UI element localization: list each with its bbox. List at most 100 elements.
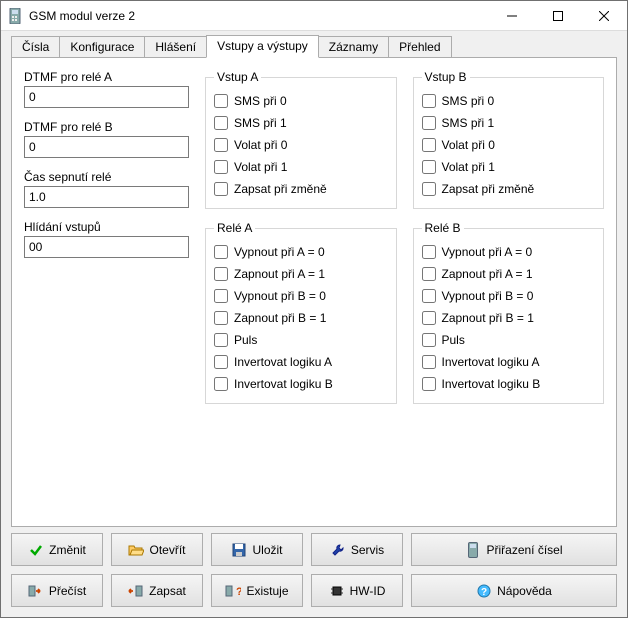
chk-label: Volat při 1 (442, 160, 495, 174)
chk-label: Invertovat logiku A (442, 355, 540, 369)
app-icon (7, 8, 23, 24)
chk-relay-a-5[interactable] (214, 355, 228, 369)
chk-label: Zapnout při A = 1 (234, 267, 325, 281)
chk-input-a-4[interactable] (214, 182, 228, 196)
chk-label: SMS při 1 (234, 116, 287, 130)
minimize-button[interactable] (489, 1, 535, 31)
chk-input-a-0[interactable] (214, 94, 228, 108)
hwid-button[interactable]: HW-ID (311, 574, 403, 607)
close-button[interactable] (581, 1, 627, 31)
chk-relay-a-6[interactable] (214, 377, 228, 391)
chk-label: Invertovat logiku A (234, 355, 332, 369)
chk-label: Vypnout při B = 0 (234, 289, 326, 303)
tab-reports[interactable]: Hlášení (144, 36, 207, 57)
folder-open-icon (128, 542, 144, 558)
legend-input-b: Vstup B (422, 70, 470, 84)
input-dtmf-a[interactable] (24, 86, 189, 108)
titlebar: GSM modul verze 2 (1, 1, 627, 31)
btn-label: Uložit (252, 543, 282, 557)
btn-label: Nápověda (497, 584, 552, 598)
app-window: GSM modul verze 2 Čísla Konfigurace Hláš… (0, 0, 628, 618)
arrow-left-icon (128, 583, 144, 599)
service-button[interactable]: Servis (311, 533, 403, 566)
label-dtmf-b: DTMF pro relé B (24, 120, 189, 134)
legend-relay-b: Relé B (422, 221, 464, 235)
left-column: DTMF pro relé A DTMF pro relé B Čas sepn… (24, 70, 189, 514)
chk-input-b-2[interactable] (422, 138, 436, 152)
arrow-right-icon (28, 583, 44, 599)
chk-relay-a-1[interactable] (214, 267, 228, 281)
chk-relay-b-6[interactable] (422, 377, 436, 391)
chk-label: Puls (442, 333, 465, 347)
assign-numbers-button[interactable]: Přiřazení čísel (411, 533, 617, 566)
chk-label: Vypnout při A = 0 (234, 245, 325, 259)
save-button[interactable]: Uložit (211, 533, 303, 566)
chk-relay-b-0[interactable] (422, 245, 436, 259)
right-column: Vstup A SMS při 0 SMS při 1 Volat při 0 … (205, 70, 604, 514)
input-switch-time[interactable] (24, 186, 189, 208)
chk-relay-b-1[interactable] (422, 267, 436, 281)
input-dtmf-b[interactable] (24, 136, 189, 158)
chk-input-a-3[interactable] (214, 160, 228, 174)
chk-relay-b-5[interactable] (422, 355, 436, 369)
chk-relay-b-2[interactable] (422, 289, 436, 303)
chk-label: Volat při 1 (234, 160, 287, 174)
change-button[interactable]: Změnit (11, 533, 103, 566)
tab-panel-io: DTMF pro relé A DTMF pro relé B Čas sepn… (11, 57, 617, 527)
tab-overview[interactable]: Přehled (388, 36, 451, 57)
chk-label: Zapnout při B = 1 (234, 311, 326, 325)
window-title: GSM modul verze 2 (29, 9, 489, 23)
svg-text:?: ? (481, 587, 487, 598)
chk-input-b-3[interactable] (422, 160, 436, 174)
chk-input-b-4[interactable] (422, 182, 436, 196)
chk-input-a-2[interactable] (214, 138, 228, 152)
chk-label: Zapsat při změně (442, 182, 535, 196)
btn-label: Změnit (49, 543, 86, 557)
chk-relay-a-3[interactable] (214, 311, 228, 325)
chk-label: Zapnout při A = 1 (442, 267, 533, 281)
save-icon (231, 542, 247, 558)
btn-label: Přečíst (49, 584, 86, 598)
chk-relay-a-0[interactable] (214, 245, 228, 259)
chk-label: Invertovat logiku B (442, 377, 541, 391)
chk-label: Zapnout při B = 1 (442, 311, 534, 325)
chip-icon (329, 583, 345, 599)
chk-relay-a-4[interactable] (214, 333, 228, 347)
chk-label: Vypnout při B = 0 (442, 289, 534, 303)
btn-label: Servis (351, 543, 384, 557)
tab-strip: Čísla Konfigurace Hlášení Vstupy a výstu… (11, 35, 617, 57)
btn-label: Otevřít (149, 543, 185, 557)
chk-label: Puls (234, 333, 257, 347)
write-button[interactable]: Zapsat (111, 574, 203, 607)
btn-label: Zapsat (149, 584, 186, 598)
button-bar: Změnit Otevřít Uložit Servis Přiřazení č… (11, 533, 617, 607)
tab-config[interactable]: Konfigurace (59, 36, 145, 57)
label-dtmf-a: DTMF pro relé A (24, 70, 189, 84)
chk-label: Volat při 0 (234, 138, 287, 152)
input-input-guard[interactable] (24, 236, 189, 258)
chk-relay-a-2[interactable] (214, 289, 228, 303)
label-switch-time: Čas sepnutí relé (24, 170, 189, 184)
chk-label: Volat při 0 (442, 138, 495, 152)
legend-relay-a: Relé A (214, 221, 255, 235)
help-button[interactable]: ? Nápověda (411, 574, 617, 607)
tab-records[interactable]: Záznamy (318, 36, 389, 57)
chk-relay-b-3[interactable] (422, 311, 436, 325)
btn-label: Přiřazení čísel (486, 543, 562, 557)
read-button[interactable]: Přečíst (11, 574, 103, 607)
maximize-button[interactable] (535, 1, 581, 31)
tab-io[interactable]: Vstupy a výstupy (206, 35, 319, 58)
tab-numbers[interactable]: Čísla (11, 36, 60, 57)
open-button[interactable]: Otevřít (111, 533, 203, 566)
check-icon (28, 542, 44, 558)
label-input-guard: Hlídání vstupů (24, 220, 189, 234)
chk-input-b-1[interactable] (422, 116, 436, 130)
chk-label: Zapsat při změně (234, 182, 327, 196)
chk-label: Vypnout při A = 0 (442, 245, 533, 259)
chk-input-a-1[interactable] (214, 116, 228, 130)
exists-button[interactable]: ? Existuje (211, 574, 303, 607)
question-icon: ? (225, 583, 241, 599)
chk-relay-b-4[interactable] (422, 333, 436, 347)
chk-input-b-0[interactable] (422, 94, 436, 108)
content-area: Čísla Konfigurace Hlášení Vstupy a výstu… (1, 31, 627, 617)
